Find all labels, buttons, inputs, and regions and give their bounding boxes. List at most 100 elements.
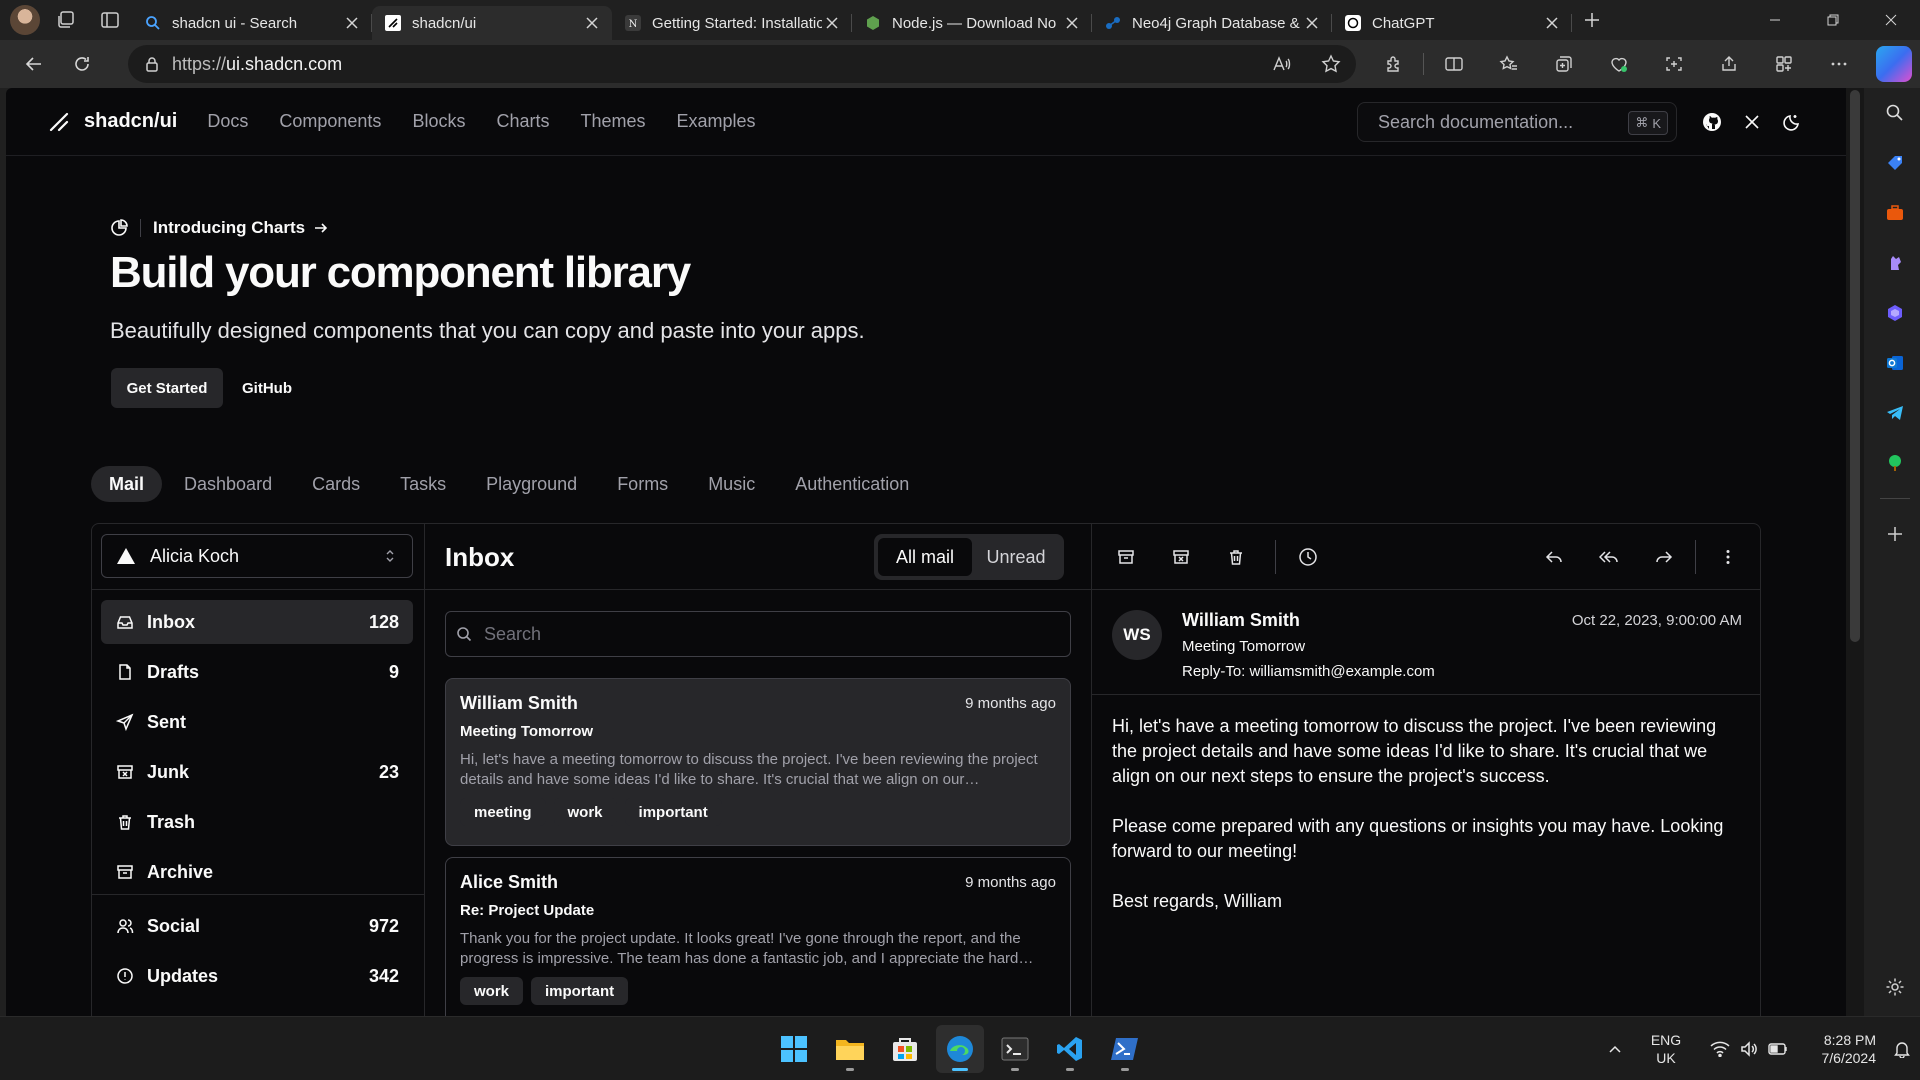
scrollbar-thumb[interactable]	[1850, 90, 1860, 642]
snooze-clock-icon[interactable]	[1292, 541, 1324, 573]
chevron-up-icon[interactable]	[1600, 1042, 1630, 1056]
tab-tasks[interactable]: Tasks	[382, 466, 464, 502]
sidebar-item-junk[interactable]: Junk 23	[101, 750, 413, 794]
move-to-junk-icon[interactable]	[1165, 541, 1197, 573]
favorite-star-icon[interactable]	[1306, 54, 1356, 74]
sidebar-item-drafts[interactable]: Drafts 9	[101, 650, 413, 694]
favorites-icon[interactable]	[1481, 44, 1536, 84]
browser-tab-active[interactable]: shadcn/ui	[372, 6, 612, 40]
account-switcher[interactable]: Alicia Koch	[101, 534, 413, 578]
notification-bell-icon[interactable]	[1894, 1040, 1910, 1058]
close-icon[interactable]	[342, 13, 362, 33]
browser-essentials-icon[interactable]	[1591, 44, 1646, 84]
browser-tab[interactable]: ChatGPT	[1332, 6, 1572, 40]
profile-avatar[interactable]	[6, 1, 44, 39]
reply-all-icon[interactable]	[1593, 541, 1625, 573]
refresh-icon[interactable]	[58, 44, 106, 84]
wifi-icon[interactable]	[1710, 1041, 1730, 1057]
games-icon[interactable]	[1870, 238, 1920, 288]
copilot-icon[interactable]	[1876, 46, 1912, 82]
battery-icon[interactable]	[1768, 1042, 1788, 1056]
volume-icon[interactable]	[1740, 1041, 1758, 1057]
filter-all-mail[interactable]: All mail	[878, 538, 972, 576]
file-explorer-app[interactable]	[826, 1025, 874, 1073]
browser-tab[interactable]: shadcn ui - Search	[132, 6, 372, 40]
sidebar-item-updates[interactable]: Updates 342	[101, 954, 413, 998]
address-bar[interactable]: https://ui.shadcn.com	[128, 45, 1356, 83]
close-icon[interactable]	[822, 13, 842, 33]
trash-icon[interactable]	[1220, 541, 1252, 573]
copilot-app-icon[interactable]	[1870, 288, 1920, 338]
browser-tab[interactable]: N Getting Started: Installatio	[612, 6, 852, 40]
announcement-link[interactable]: Introducing Charts	[110, 218, 329, 238]
get-started-button[interactable]: Get Started	[111, 368, 223, 408]
close-icon[interactable]	[582, 13, 602, 33]
start-button[interactable]	[770, 1025, 818, 1073]
sidebar-item-social[interactable]: Social 972	[101, 904, 413, 948]
workspaces-icon[interactable]	[44, 0, 88, 40]
tab-music[interactable]: Music	[690, 466, 773, 502]
tab-actions-icon[interactable]	[88, 0, 132, 40]
search-documentation-input[interactable]: Search documentation... ⌘ K	[1357, 102, 1677, 142]
sidebar-item-archive[interactable]: Archive	[101, 850, 413, 894]
new-tab-icon[interactable]	[1572, 0, 1612, 40]
sidebar-item-sent[interactable]: Sent	[101, 700, 413, 744]
close-icon[interactable]	[1062, 13, 1082, 33]
filter-unread[interactable]: Unread	[972, 538, 1060, 576]
tab-mail[interactable]: Mail	[91, 466, 163, 502]
nav-examples[interactable]: Examples	[677, 111, 756, 132]
terminal-app[interactable]	[991, 1025, 1039, 1073]
shopping-tag-icon[interactable]	[1870, 138, 1920, 188]
back-arrow-icon[interactable]	[10, 44, 58, 84]
mail-list-item[interactable]: William Smith 9 months ago Meeting Tomor…	[445, 678, 1071, 846]
nav-themes[interactable]: Themes	[580, 111, 645, 132]
more-vertical-icon[interactable]	[1712, 541, 1744, 573]
screenshot-icon[interactable]	[1646, 44, 1701, 84]
tab-forms[interactable]: Forms	[599, 466, 686, 502]
collections-icon[interactable]	[1536, 44, 1591, 84]
nav-blocks[interactable]: Blocks	[412, 111, 465, 132]
system-clock[interactable]: 8:28 PM 7/6/2024	[1796, 1031, 1877, 1067]
restore-icon[interactable]	[1804, 0, 1862, 40]
nav-components[interactable]: Components	[279, 111, 381, 132]
tab-cards[interactable]: Cards	[294, 466, 378, 502]
performance-icon[interactable]	[1756, 44, 1811, 84]
powershell-app[interactable]	[1101, 1025, 1149, 1073]
nav-charts[interactable]: Charts	[496, 111, 549, 132]
tab-dashboard[interactable]: Dashboard	[166, 466, 290, 502]
close-icon[interactable]	[1302, 13, 1322, 33]
tools-briefcase-icon[interactable]	[1870, 188, 1920, 238]
tab-authentication[interactable]: Authentication	[777, 466, 927, 502]
forward-icon[interactable]	[1648, 541, 1680, 573]
browser-tab[interactable]: Node.js — Download No	[852, 6, 1092, 40]
archive-icon[interactable]	[1110, 541, 1142, 573]
sidebar-item-inbox[interactable]: Inbox 128	[101, 600, 413, 644]
mail-list-item[interactable]: Alice Smith 9 months ago Re: Project Upd…	[445, 857, 1071, 1016]
nav-docs[interactable]: Docs	[207, 111, 248, 132]
x-twitter-icon[interactable]	[1732, 104, 1772, 140]
site-logo[interactable]: shadcn/ui	[48, 110, 177, 133]
tab-playground[interactable]: Playground	[468, 466, 595, 502]
sidebar-search-icon[interactable]	[1870, 88, 1920, 138]
lock-icon[interactable]	[144, 56, 160, 72]
microsoft-store-app[interactable]	[881, 1025, 929, 1073]
github-button[interactable]: GitHub	[232, 368, 302, 408]
split-screen-icon[interactable]	[1426, 44, 1481, 84]
sidebar-settings-icon[interactable]	[1870, 962, 1920, 1012]
more-options-icon[interactable]	[1811, 44, 1866, 84]
page-scrollbar[interactable]	[1846, 88, 1864, 1016]
reply-icon[interactable]	[1538, 541, 1570, 573]
theme-toggle-icon[interactable]	[1772, 104, 1812, 140]
share-icon[interactable]	[1701, 44, 1756, 84]
sidebar-item-trash[interactable]: Trash	[101, 800, 413, 844]
add-app-icon[interactable]	[1870, 509, 1920, 559]
telegram-icon[interactable]	[1870, 388, 1920, 438]
vscode-app[interactable]	[1046, 1025, 1094, 1073]
minimize-icon[interactable]	[1746, 0, 1804, 40]
close-icon[interactable]	[1542, 13, 1562, 33]
outlook-icon[interactable]	[1870, 338, 1920, 388]
window-close-icon[interactable]	[1862, 0, 1920, 40]
read-aloud-icon[interactable]	[1256, 54, 1306, 74]
github-icon[interactable]	[1692, 104, 1732, 140]
browser-tab[interactable]: Neo4j Graph Database &	[1092, 6, 1332, 40]
